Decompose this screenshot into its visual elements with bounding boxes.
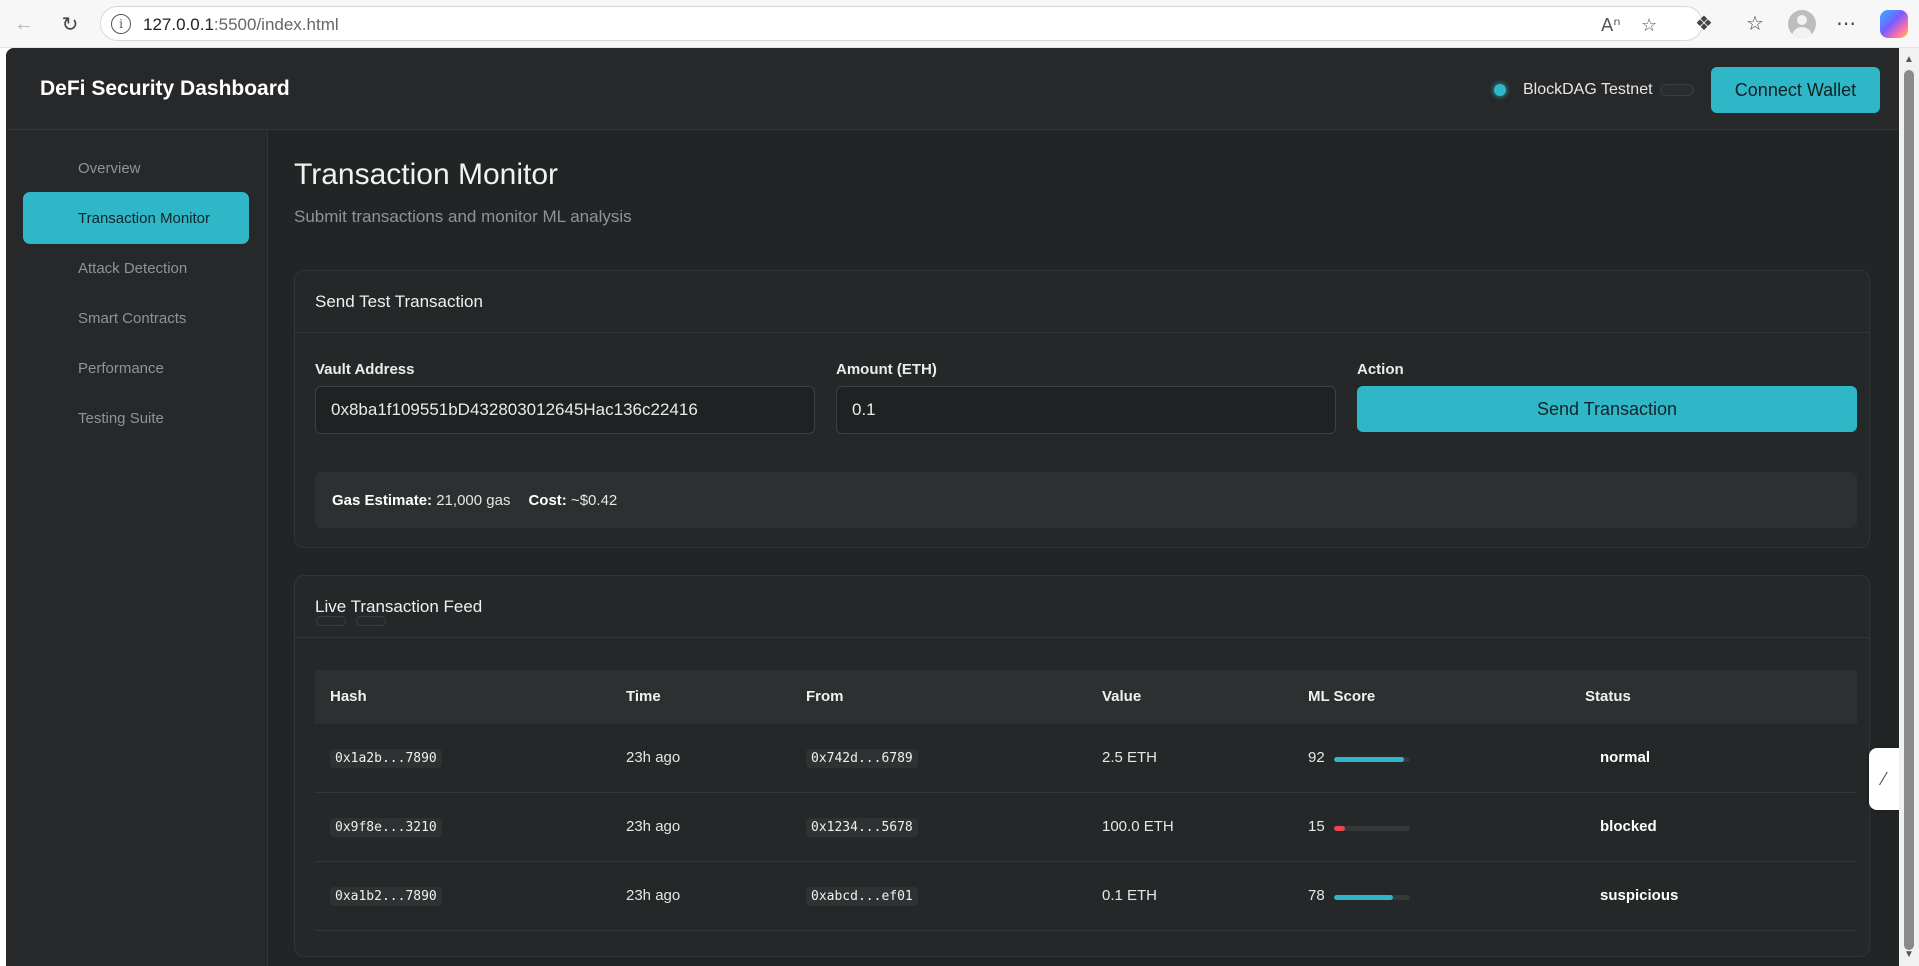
- network-toggle[interactable]: [1660, 84, 1694, 96]
- sidebar-item-transaction-monitor[interactable]: Transaction Monitor: [23, 192, 249, 244]
- tx-hash: 0xa1b2...7890: [330, 887, 442, 906]
- side-panel-handle-icon[interactable]: ⁄: [1869, 748, 1899, 810]
- tx-time: 23h ago: [626, 818, 681, 835]
- ml-score-bar: [1334, 826, 1410, 831]
- app-header: DeFi Security Dashboard BlockDAG Testnet…: [6, 48, 1899, 130]
- transaction-table: Hash Time From Value ML Score Status 0x1…: [315, 670, 1857, 931]
- sidebar: Overview Transaction Monitor Attack Dete…: [6, 130, 268, 966]
- ml-score-bar: [1334, 895, 1410, 900]
- column-header-ml-score: ML Score: [1308, 688, 1376, 705]
- favorite-star-icon[interactable]: ☆: [1641, 15, 1657, 36]
- amount-input[interactable]: 0.1: [836, 386, 1336, 434]
- send-transaction-button[interactable]: Send Transaction: [1357, 386, 1857, 432]
- ml-score-fill: [1334, 757, 1404, 762]
- table-row[interactable]: 0x9f8e...3210 23h ago 0x1234...5678 100.…: [315, 793, 1857, 862]
- sidebar-item-overview[interactable]: Overview: [23, 142, 249, 194]
- page-subtitle: Submit transactions and monitor ML analy…: [294, 207, 632, 226]
- app-window: DeFi Security Dashboard BlockDAG Testnet…: [6, 48, 1899, 966]
- table-row[interactable]: 0xa1b2...7890 23h ago 0xabcd...ef01 0.1 …: [315, 862, 1857, 931]
- tx-value: 2.5 ETH: [1102, 749, 1158, 766]
- sidebar-item-performance[interactable]: Performance: [23, 342, 249, 394]
- status-badge: blocked: [1600, 818, 1657, 835]
- connect-wallet-button[interactable]: Connect Wallet: [1711, 67, 1880, 113]
- url-text[interactable]: 127.0.0.1:5500/index.html: [143, 15, 339, 35]
- tx-from: 0xabcd...ef01: [806, 887, 918, 906]
- url-host: 127.0.0.1: [143, 15, 214, 34]
- cost-label: Cost:: [528, 491, 567, 509]
- ml-score-fill: [1334, 895, 1394, 900]
- profile-avatar-icon[interactable]: [1788, 10, 1816, 38]
- ml-score-value: 15: [1308, 818, 1325, 835]
- favorites-icon[interactable]: ☆: [1742, 11, 1768, 36]
- reload-icon[interactable]: ↻: [56, 10, 84, 38]
- sidebar-item-testing-suite[interactable]: Testing Suite: [23, 392, 249, 444]
- extensions-icon[interactable]: ❖: [1691, 11, 1717, 36]
- scroll-up-icon[interactable]: ▲: [1903, 54, 1915, 65]
- tx-time: 23h ago: [626, 749, 681, 766]
- sidebar-item-label: Attack Detection: [78, 259, 188, 277]
- column-header-hash: Hash: [330, 688, 367, 705]
- feed-filter-chip[interactable]: [316, 616, 346, 626]
- site-info-icon[interactable]: i: [111, 14, 131, 34]
- browser-toolbar: ← ↻ i 127.0.0.1:5500/index.html Aⁿ ☆ ❖ ☆…: [0, 0, 1919, 48]
- network-label: BlockDAG Testnet: [1523, 81, 1653, 98]
- cost-value: ~$0.42: [570, 491, 618, 509]
- ml-score-fill: [1334, 826, 1346, 831]
- read-aloud-icon[interactable]: Aⁿ: [1601, 15, 1621, 36]
- ml-score-value: 92: [1308, 749, 1325, 766]
- sidebar-item-label: Overview: [78, 159, 141, 177]
- card-title: Send Test Transaction: [295, 271, 1869, 333]
- page-scrollbar[interactable]: ▲ ▼: [1899, 48, 1919, 966]
- ml-score-bar: [1334, 757, 1410, 762]
- sidebar-item-smart-contracts[interactable]: Smart Contracts: [23, 292, 249, 344]
- column-header-status: Status: [1585, 688, 1631, 705]
- back-arrow-icon[interactable]: ←: [10, 10, 38, 38]
- ml-score-value: 78: [1308, 887, 1325, 904]
- url-path: :5500/index.html: [213, 15, 339, 34]
- tx-from: 0x1234...5678: [806, 818, 918, 837]
- gas-estimate-box: Gas Estimate: 21,000 gas Cost: ~$0.42: [315, 472, 1857, 528]
- app-title: DeFi Security Dashboard: [40, 77, 290, 100]
- tx-value: 0.1 ETH: [1102, 887, 1158, 904]
- sidebar-item-label: Transaction Monitor: [78, 209, 210, 227]
- copilot-icon[interactable]: [1880, 10, 1908, 38]
- send-transaction-card: Send Test Transaction Vault Address 0x8b…: [294, 270, 1870, 548]
- tx-value: 100.0 ETH: [1102, 818, 1174, 835]
- column-header-value: Value: [1102, 688, 1142, 705]
- sidebar-item-attack-detection[interactable]: Attack Detection: [23, 242, 249, 294]
- status-badge: suspicious: [1600, 887, 1679, 904]
- more-options-icon[interactable]: ⋯: [1833, 11, 1859, 36]
- scrollbar-thumb[interactable]: [1904, 70, 1914, 950]
- tx-hash: 0x9f8e...3210: [330, 818, 442, 837]
- sidebar-item-label: Testing Suite: [78, 409, 164, 427]
- gas-estimate-value: 21,000 gas: [436, 491, 511, 509]
- amount-label: Amount (ETH): [836, 361, 937, 378]
- card-title: Live Transaction Feed: [295, 576, 1869, 638]
- action-label: Action: [1357, 361, 1404, 378]
- column-header-from: From: [806, 688, 844, 705]
- scroll-down-icon[interactable]: ▼: [1903, 949, 1915, 960]
- gas-estimate-label: Gas Estimate:: [332, 491, 433, 509]
- sidebar-item-label: Smart Contracts: [78, 309, 187, 327]
- page-title: Transaction Monitor: [294, 158, 558, 191]
- sidebar-item-label: Performance: [78, 359, 164, 377]
- vault-address-label: Vault Address: [315, 361, 415, 378]
- table-header: Hash Time From Value ML Score Status: [315, 670, 1857, 724]
- tx-hash: 0x1a2b...7890: [330, 749, 442, 768]
- vault-address-input[interactable]: 0x8ba1f109551bD432803012645Hac136c22416: [315, 386, 815, 434]
- live-transaction-feed-card: Live Transaction Feed Hash Time From Val…: [294, 575, 1870, 957]
- table-row[interactable]: 0x1a2b...7890 23h ago 0x742d...6789 2.5 …: [315, 724, 1857, 793]
- tx-from: 0x742d...6789: [806, 749, 918, 768]
- status-badge: normal: [1600, 749, 1651, 766]
- network-status-dot-icon: [1494, 84, 1506, 96]
- address-bar[interactable]: i 127.0.0.1:5500/index.html Aⁿ ☆: [100, 6, 1703, 41]
- column-header-time: Time: [626, 688, 661, 705]
- feed-filter-chip[interactable]: [356, 616, 386, 626]
- tx-time: 23h ago: [626, 887, 681, 904]
